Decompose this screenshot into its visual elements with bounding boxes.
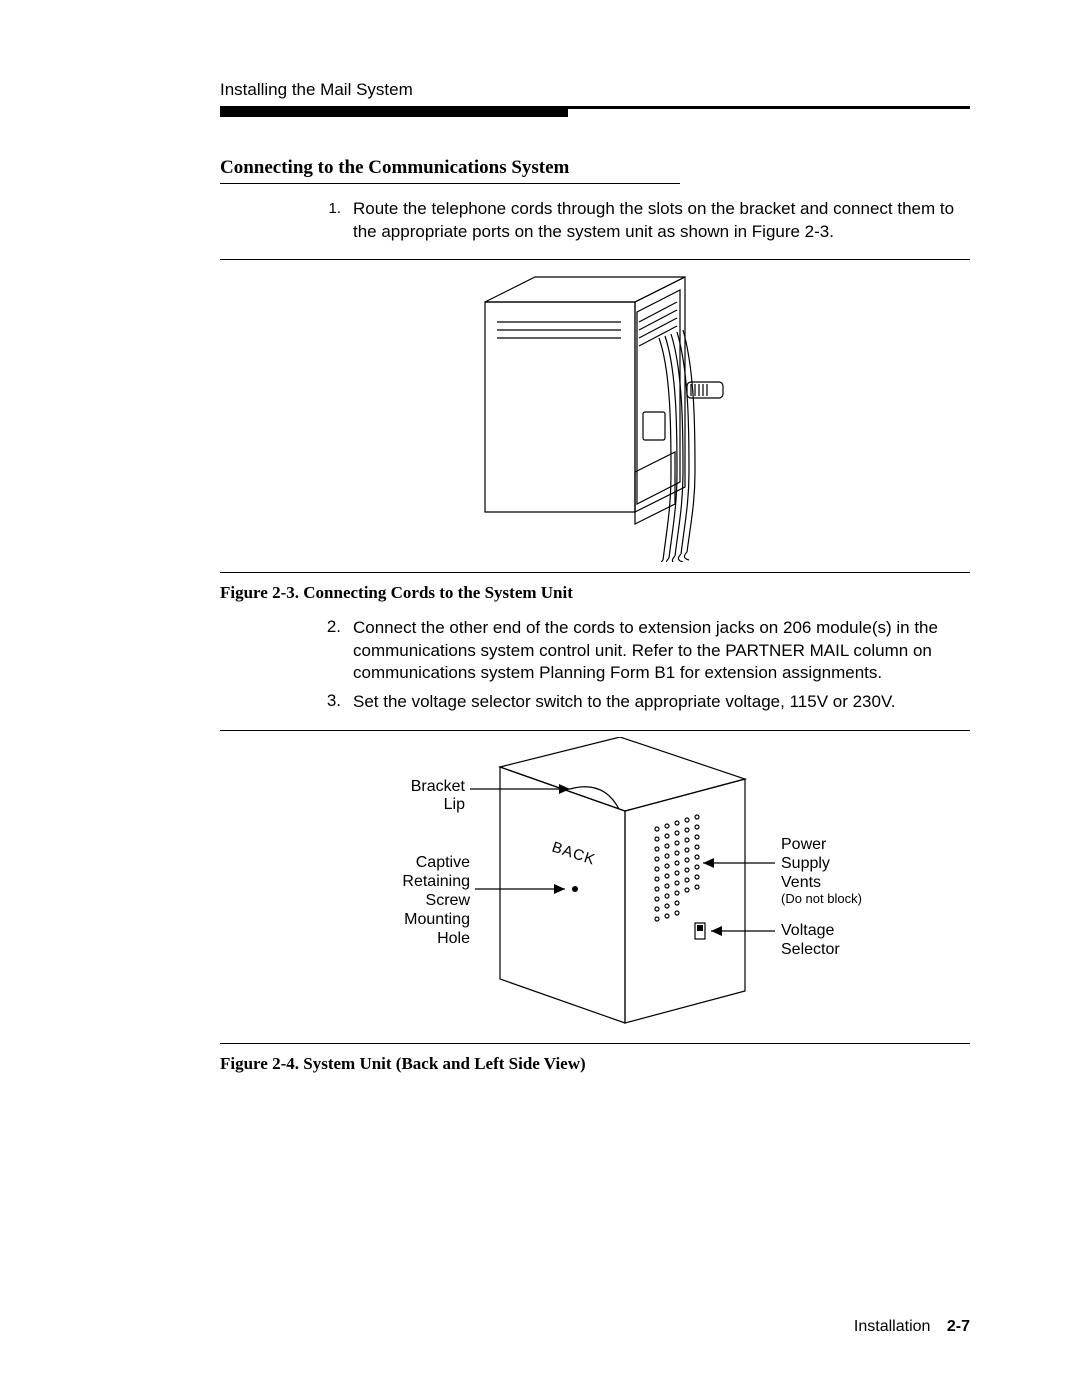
svg-text:(Do not block): (Do not block) — [781, 891, 862, 906]
svg-text:Screw: Screw — [426, 892, 471, 909]
figure-2-3-caption: Figure 2-3. Connecting Cords to the Syst… — [220, 583, 970, 603]
svg-text:Hole: Hole — [437, 930, 470, 947]
figure-rule — [220, 1043, 970, 1044]
step-3: 3. Set the voltage selector switch to th… — [315, 691, 970, 714]
svg-text:BACK: BACK — [550, 838, 598, 868]
figure-rule — [220, 572, 970, 573]
figure-2-4: BACK — [220, 731, 970, 1043]
svg-text:Mounting: Mounting — [404, 911, 470, 928]
step-text: Route the telephone cords through the sl… — [353, 198, 970, 243]
step-number: 2. — [315, 617, 341, 637]
svg-text:Vents: Vents — [781, 874, 821, 891]
section-title: Connecting to the Communications System — [220, 157, 680, 184]
svg-text:Supply: Supply — [781, 855, 830, 872]
svg-text:Voltage: Voltage — [781, 922, 834, 939]
step-number: 3. — [315, 691, 341, 711]
header-accent-bar — [220, 109, 568, 117]
svg-text:Captive: Captive — [416, 854, 470, 871]
footer-page-number: 2-7 — [947, 1318, 970, 1335]
figure-2-4-caption: Figure 2-4. System Unit (Back and Left S… — [220, 1054, 970, 1074]
svg-text:Power: Power — [781, 836, 827, 853]
step-text: Connect the other end of the cords to ex… — [353, 617, 970, 685]
step-2: 2. Connect the other end of the cords to… — [315, 617, 970, 685]
page-footer: Installation 2-7 — [854, 1318, 970, 1336]
system-unit-cords-illustration — [425, 272, 765, 562]
footer-chapter: Installation — [854, 1318, 931, 1335]
figure-2-3 — [220, 260, 970, 572]
step-number: 1. — [315, 198, 341, 217]
step-text: Set the voltage selector switch to the a… — [353, 691, 970, 714]
system-unit-back-illustration: BACK — [275, 737, 915, 1037]
svg-text:Bracket: Bracket — [411, 778, 466, 795]
step-1: 1. Route the telephone cords through the… — [315, 198, 970, 243]
svg-text:Lip: Lip — [444, 796, 465, 813]
svg-text:Retaining: Retaining — [402, 873, 470, 890]
running-head: Installing the Mail System — [220, 80, 413, 99]
svg-text:Selector: Selector — [781, 941, 840, 958]
